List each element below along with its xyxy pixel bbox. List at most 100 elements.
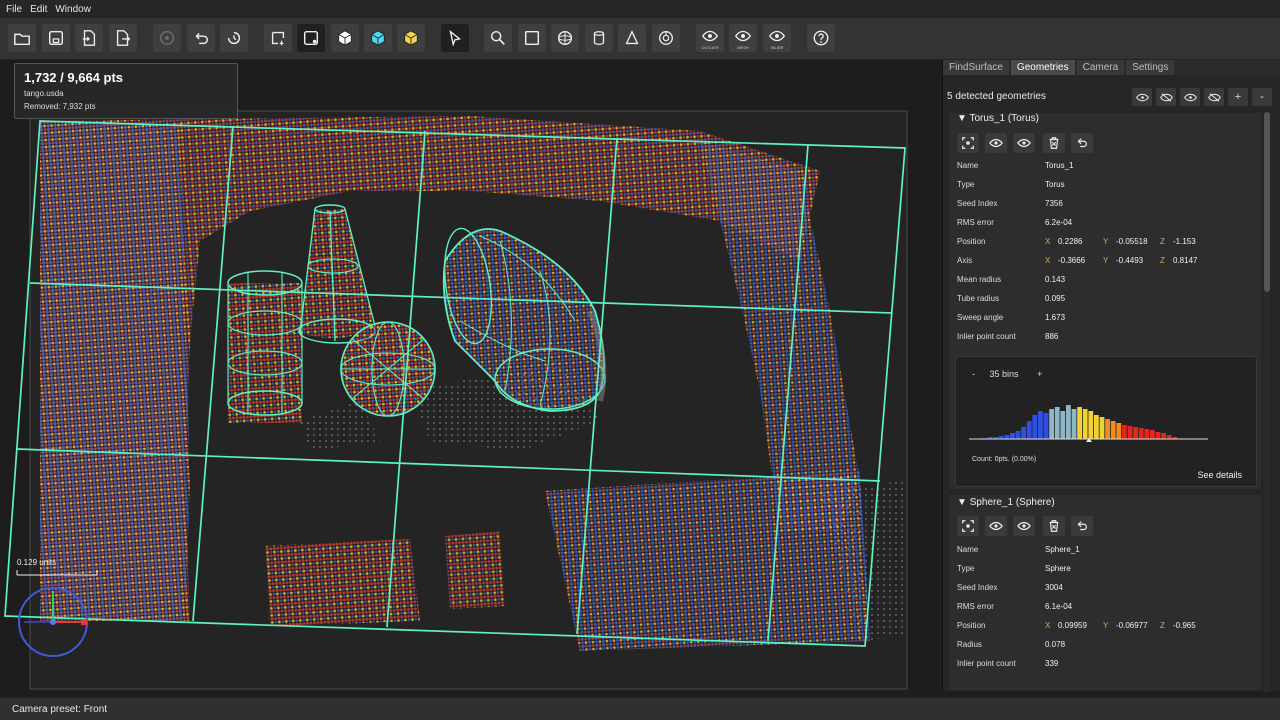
plane-button[interactable]: [518, 24, 546, 52]
cube-yellow-button[interactable]: [397, 24, 425, 52]
cube-white-button[interactable]: [331, 24, 359, 52]
sphere-button[interactable]: [551, 24, 579, 52]
undo-button[interactable]: [187, 24, 215, 52]
histogram-bar: [1032, 415, 1038, 439]
sphere-title-label: Sphere_1 (Sphere): [969, 497, 1055, 508]
prop-radius: Radius 0.078: [957, 640, 1066, 649]
sphere-section: ▼ Sphere_1 (Sphere) Name Sphere_1 Type Sph…: [948, 494, 1262, 691]
show-inliers-button[interactable]: [1180, 88, 1200, 106]
sphere-geometry[interactable]: [340, 321, 436, 417]
camera-preset-status: Camera preset: Front: [12, 703, 108, 715]
histogram-bar: [1049, 409, 1054, 439]
sphere-toggle-mesh-button[interactable]: [985, 516, 1007, 536]
histogram-bar: [1166, 435, 1172, 439]
menu-window[interactable]: Window: [55, 4, 91, 15]
save-icon: [48, 30, 64, 46]
histogram-bar: [1026, 421, 1032, 439]
sphere-title[interactable]: ▼ Sphere_1 (Sphere): [957, 497, 1055, 508]
torus-focus-button[interactable]: [957, 133, 979, 153]
histogram-panel: - 35 bins + Count: 0pts. (0.00%) See det…: [955, 356, 1257, 487]
sphere-delete-button[interactable]: [1043, 516, 1065, 536]
hide-all-button[interactable]: [1156, 88, 1176, 106]
selection-mode-button[interactable]: [297, 24, 325, 52]
prop-seed-index: Seed Index 7356: [957, 199, 1063, 208]
tab-camera[interactable]: Camera: [1076, 60, 1125, 75]
inlier-toggle[interactable]: INLIER: [763, 24, 791, 52]
tab-geometries[interactable]: Geometries: [1010, 60, 1075, 75]
histogram-bar: [1144, 429, 1150, 439]
cylinder-geometry[interactable]: [227, 270, 303, 423]
bins-decrease-button[interactable]: -: [972, 369, 975, 379]
scale-label: 0.129 units: [17, 558, 57, 567]
help-icon: [813, 30, 829, 46]
scrollbar-thumb[interactable]: [1264, 112, 1270, 292]
histogram-bar: [1077, 407, 1082, 439]
history-button[interactable]: [220, 24, 248, 52]
tab-settings[interactable]: Settings: [1126, 60, 1175, 75]
eye-icon: [735, 30, 751, 41]
histogram-bar: [1088, 411, 1094, 439]
open-button[interactable]: [8, 24, 36, 52]
see-details-link[interactable]: See details: [1197, 470, 1242, 480]
panel-scrollbar[interactable]: [1264, 112, 1270, 692]
histogram-bar: [1015, 431, 1021, 439]
histogram-bar: [1082, 409, 1088, 439]
histogram-chart[interactable]: [964, 395, 1216, 447]
prop-seed-index: Seed Index 3004: [957, 583, 1063, 592]
show-all-button[interactable]: [1132, 88, 1152, 106]
point-cloud-scene[interactable]: [0, 61, 940, 691]
remove-geometry-button[interactable]: -: [1252, 88, 1272, 106]
histogram-bar: [1150, 430, 1155, 439]
sphere-focus-button[interactable]: [957, 516, 979, 536]
histogram-bar: [1138, 428, 1144, 439]
menu-edit[interactable]: Edit: [30, 4, 47, 15]
3d-viewport[interactable]: [0, 61, 940, 691]
torus-revert-button[interactable]: [1071, 133, 1093, 153]
toolbar: OUTLIER MESH INLIER: [0, 18, 1280, 60]
torus-title[interactable]: ▼ Torus_1 (Torus): [957, 113, 1039, 124]
eye-inlier-icon: [1183, 93, 1197, 101]
cylinder-button[interactable]: [585, 24, 613, 52]
add-geometry-button[interactable]: +: [1228, 88, 1248, 106]
histogram-bar: [1155, 432, 1161, 439]
import-button[interactable]: [75, 24, 103, 52]
histogram-bar: [1116, 423, 1122, 439]
undo-icon: [1077, 138, 1087, 148]
prop-name: Name Torus_1: [957, 161, 1074, 170]
torus-toggle-mesh-button[interactable]: [985, 133, 1007, 153]
eye-icon: [1135, 93, 1149, 101]
torus-toggle-inlier-button[interactable]: [1013, 133, 1035, 153]
torus-title-label: Torus_1 (Torus): [969, 113, 1039, 124]
pointer-button[interactable]: [441, 24, 469, 52]
save-button[interactable]: [42, 24, 70, 52]
export-button[interactable]: [109, 24, 137, 52]
bins-increase-button[interactable]: +: [1037, 369, 1042, 379]
prop-position: Position X 0.09959 Y -0.06977 Z -0.965: [957, 621, 1196, 630]
sphere-toggle-inlier-button[interactable]: [1013, 516, 1035, 536]
cone-button[interactable]: [618, 24, 646, 52]
cube-cyan-button[interactable]: [364, 24, 392, 52]
menu-file[interactable]: File: [6, 4, 22, 15]
histogram-bar: [1105, 419, 1110, 439]
histogram-bar: [1060, 411, 1066, 439]
eye-icon: [989, 521, 1003, 531]
torus-button[interactable]: [652, 24, 680, 52]
prop-inlier-count: Inlier point count 339: [957, 659, 1059, 668]
torus-section: ▼ Torus_1 (Torus) Name Torus_1 Type Torus …: [948, 112, 1262, 490]
help-button[interactable]: [807, 24, 835, 52]
tab-findsurface[interactable]: FindSurface: [943, 60, 1009, 75]
outlier-toggle[interactable]: OUTLIER: [696, 24, 724, 52]
histogram-bar: [1127, 426, 1133, 439]
film-reel-button[interactable]: [153, 24, 181, 52]
export-icon: [116, 30, 131, 46]
hide-inliers-button[interactable]: [1204, 88, 1224, 106]
new-selection-button[interactable]: [264, 24, 292, 52]
sphere-revert-button[interactable]: [1071, 516, 1093, 536]
bins-control: - 35 bins +: [972, 369, 1042, 379]
histogram-bar: [1021, 427, 1026, 439]
zoom-button[interactable]: [484, 24, 512, 52]
plane-icon: [524, 30, 540, 46]
torus-delete-button[interactable]: [1043, 133, 1065, 153]
histogram-bar: [1133, 427, 1138, 439]
mesh-toggle[interactable]: MESH: [729, 24, 757, 52]
